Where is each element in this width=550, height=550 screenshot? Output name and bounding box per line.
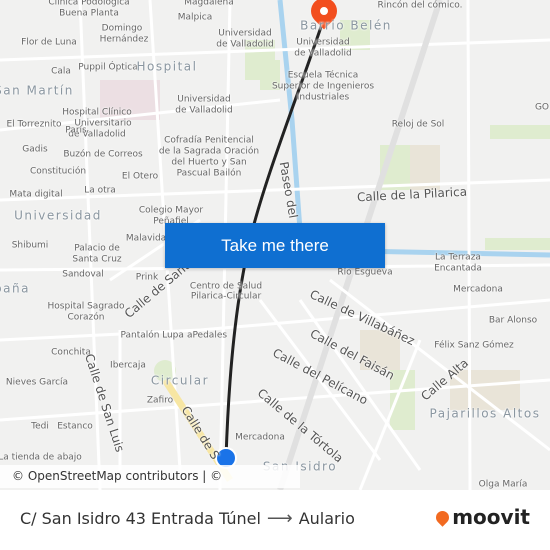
map-label: Cofradía Penitencial: [164, 135, 254, 146]
map-label: Buena Planta: [59, 8, 119, 19]
map-label: Hospital Sagrado: [47, 301, 125, 312]
map-label: La Terraza: [435, 252, 481, 263]
map-label: Zafiro: [146, 395, 174, 406]
map-label: El Otero: [121, 171, 159, 182]
moovit-pin-icon: [433, 507, 452, 527]
map-label: Río Esgueva: [337, 267, 393, 278]
map-label: Malpica: [177, 12, 213, 23]
map-label: Ibercaja: [110, 360, 146, 371]
map-label: Encantada: [434, 263, 482, 274]
map-label: La otra: [84, 185, 116, 196]
map-label: de Valladolid: [294, 48, 352, 59]
map-label: Domingo: [101, 23, 143, 34]
trip-summary: C/ San Isidro 43 Entrada Túnel ⟶ Aulario: [20, 508, 355, 529]
map-label: de Valladolid: [175, 105, 233, 116]
map-label: Puppil Óptica: [78, 62, 138, 73]
map-label: Buzón de Correos: [63, 149, 143, 160]
map-label: Pilarica-Circular: [190, 291, 262, 302]
map-label: La tienda de abajo: [0, 452, 82, 463]
map-label: Nieves García: [5, 377, 69, 388]
map-label: Tedi: [31, 421, 49, 432]
map-label: El Torreznito: [6, 119, 62, 130]
map-label: Malavida: [125, 233, 167, 244]
map-label: Olga María: [478, 479, 528, 490]
map-label: Magdalena: [184, 0, 234, 8]
map-label: Palacio de: [74, 243, 120, 254]
map-label: Shibumi: [11, 240, 49, 251]
destination-stop: Aulario: [298, 509, 355, 528]
map[interactable]: Clínica Podológica Buena Planta Magdalena M…: [0, 0, 550, 490]
map-label: Constitución: [29, 166, 87, 177]
footer: C/ San Isidro 43 Entrada Túnel ⟶ Aulario…: [0, 490, 550, 550]
map-label: Universidad: [14, 208, 102, 223]
origin-stop: C/ San Isidro 43 Entrada Túnel: [20, 509, 261, 528]
map-label: Colegio Mayor: [138, 205, 204, 216]
map-label: Corazón: [67, 312, 105, 323]
take-me-there-button[interactable]: Take me there: [165, 223, 385, 268]
map-label: Superior de Ingenieros: [271, 81, 375, 92]
map-label: Reloj de Sol: [391, 119, 445, 130]
map-label: Gadis: [22, 144, 48, 155]
map-label: Escuela Técnica: [287, 70, 359, 81]
map-label: Barrio Belén: [300, 18, 392, 33]
map-label: Flor de Luna: [21, 37, 77, 48]
map-label: Circular: [150, 373, 210, 388]
map-label: de Valladolid: [216, 39, 274, 50]
map-label: Universidad: [296, 37, 350, 48]
map-label: paña: [0, 281, 30, 296]
map-label: Bar Alonso: [488, 315, 538, 326]
map-label: Mercadona: [453, 284, 503, 295]
map-label: Universidad: [177, 94, 231, 105]
moovit-logo[interactable]: moovit: [433, 505, 530, 529]
map-label: del Huerto y San: [171, 157, 247, 168]
map-label: Félix Sanz Gómez: [434, 340, 514, 351]
map-label: Estanco: [57, 421, 93, 432]
map-label: Rincón del cómico.: [377, 0, 463, 11]
map-label: Industriales: [296, 92, 350, 103]
map-label: Mercadona: [235, 432, 285, 443]
map-label: Pascual Bailón: [176, 168, 242, 179]
map-label: San Martín: [0, 83, 74, 98]
map-label: de la Sagrada Oración: [158, 146, 260, 157]
map-label: Hernández: [99, 34, 149, 45]
map-label: Universidad: [218, 28, 272, 39]
map-label: Pajarillos Altos: [429, 406, 541, 421]
map-label: Sandoval: [62, 269, 104, 280]
map-label: Pantalón: [120, 330, 160, 341]
map-attribution[interactable]: © OpenStreetMap contributors | © OpenMap…: [0, 465, 300, 488]
arrow-right-icon: ⟶: [266, 508, 293, 529]
map-label: Clínica Podológica: [48, 0, 130, 8]
map-label: Santa Cruz: [72, 254, 122, 265]
map-label: Cala: [51, 66, 71, 77]
map-label: GO f: [534, 102, 550, 113]
map-label: aPedales: [186, 330, 228, 341]
map-label: Hospital: [136, 59, 198, 74]
map-label: París: [65, 125, 87, 136]
map-label: Mata digital: [9, 189, 63, 200]
map-label: Lupa: [162, 330, 184, 341]
map-label: Hospital Clínico: [62, 107, 132, 118]
logo-text: moovit: [452, 505, 530, 529]
